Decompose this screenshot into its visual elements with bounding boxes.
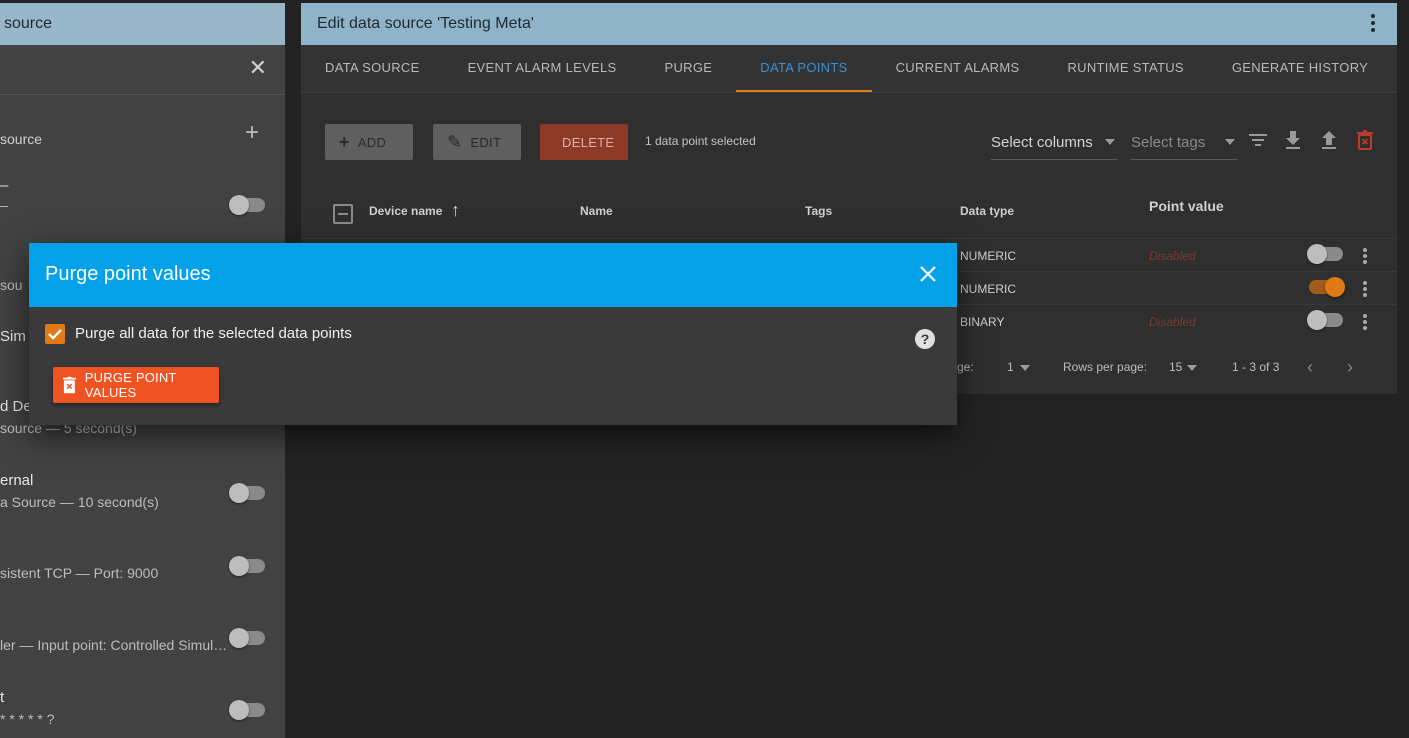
prev-page-icon[interactable]: ‹ [1307,357,1313,378]
list-item[interactable]: ler — Input point: Controlled Simul… [0,617,285,677]
page-label: ge: [957,360,974,374]
tab-purge[interactable]: PURGE [641,45,737,92]
enable-toggle[interactable] [229,483,265,503]
add-icon[interactable]: + [245,119,259,147]
enable-toggle[interactable] [229,628,265,648]
delete-button[interactable]: DELETE [540,124,628,160]
column-data-type[interactable]: Data type [960,204,1014,218]
purge-point-values-dialog: Purge point values Purge all data for th… [29,243,957,425]
tab-data-source[interactable]: DATA SOURCE [301,45,444,92]
add-data-source-row: source + [0,95,285,167]
page-title: Edit data source 'Testing Meta' [317,15,534,32]
column-point-value[interactable]: Point value [1149,198,1224,214]
point-value-cell: Disabled [1149,315,1196,329]
tab-generate-history[interactable]: GENERATE HISTORY [1208,45,1392,92]
point-value-cell: Disabled [1149,249,1196,263]
list-item[interactable]: sistent TCP — Port: 9000 [0,545,285,605]
more-menu-icon[interactable] [1371,14,1375,35]
rows-per-page-select[interactable]: 15 [1169,360,1182,374]
sort-arrow-up-icon[interactable]: ↑ [451,200,460,221]
pencil-icon: ✎ [447,131,463,152]
chevron-down-icon [1105,139,1115,145]
close-icon[interactable] [917,263,939,285]
download-icon[interactable] [1281,128,1305,152]
tab-data-points[interactable]: DATA POINTS [736,45,872,92]
row-menu-icon[interactable] [1363,281,1367,299]
purge-all-checkbox[interactable] [45,324,65,344]
search-area: ✕ [0,45,285,95]
data-type-cell: NUMERIC [960,282,1016,296]
plus-icon: + [339,131,350,152]
tab-runtime-status[interactable]: RUNTIME STATUS [1043,45,1207,92]
enable-toggle[interactable] [229,195,265,215]
tab-bar: DATA SOURCE EVENT ALARM LEVELS PURGE DAT… [301,45,1397,93]
column-tags[interactable]: Tags [805,204,832,218]
next-page-icon[interactable]: › [1347,357,1353,378]
enable-toggle[interactable] [229,700,265,720]
add-button[interactable]: + ADD [325,124,413,160]
delete-forever-icon [63,376,76,394]
tab-event-alarm-levels[interactable]: EVENT ALARM LEVELS [444,45,641,92]
data-type-cell: NUMERIC [960,249,1016,263]
list-item[interactable]: – – [0,177,285,245]
check-icon [48,329,62,340]
card-header: Edit data source 'Testing Meta' [301,3,1397,45]
data-points-toolbar: + ADD ✎ EDIT DELETE 1 data point selecte… [325,124,1397,160]
chevron-down-icon [1225,139,1235,145]
row-menu-icon[interactable] [1363,248,1367,266]
enable-toggle[interactable] [1307,310,1343,330]
tab-current-alarms[interactable]: CURRENT ALARMS [872,45,1044,92]
row-menu-icon[interactable] [1363,314,1367,332]
enable-toggle[interactable] [1309,277,1345,297]
help-icon[interactable]: ? [915,329,935,349]
list-item[interactable]: t * * * * * ? [0,689,285,738]
close-icon[interactable]: ✕ [249,55,267,81]
rows-per-page-label: Rows per page: [1063,360,1148,374]
table-header: Device name ↑ Name Tags Data type Point … [325,193,1397,229]
enable-toggle[interactable] [229,556,265,576]
select-tags-dropdown[interactable]: Select tags [1131,124,1237,160]
list-item[interactable]: ernal a Source — 10 second(s) [0,472,285,532]
dialog-header: Purge point values [29,243,957,307]
list-header-title: source [0,3,285,45]
page-select[interactable]: 1 [1007,360,1014,374]
purge-point-values-button[interactable]: PURGE POINT VALUES [53,367,219,403]
select-all-checkbox[interactable] [333,204,353,224]
chevron-down-icon[interactable] [1187,365,1197,371]
chevron-down-icon[interactable] [1020,365,1030,371]
edit-button[interactable]: ✎ EDIT [433,124,521,160]
delete-forever-icon[interactable] [1353,128,1377,152]
dialog-title: Purge point values [45,263,211,285]
page-range: 1 - 3 of 3 [1232,360,1280,374]
upload-icon[interactable] [1317,128,1341,152]
selection-count: 1 data point selected [645,134,756,148]
purge-all-label: Purge all data for the selected data poi… [75,325,352,342]
column-device-name[interactable]: Device name [369,204,442,218]
select-columns-dropdown[interactable]: Select columns [991,124,1117,160]
data-type-cell: BINARY [960,315,1005,329]
add-data-source-label: source [0,131,43,147]
column-name[interactable]: Name [580,204,613,218]
filter-icon[interactable] [1246,128,1270,152]
enable-toggle[interactable] [1307,244,1343,264]
